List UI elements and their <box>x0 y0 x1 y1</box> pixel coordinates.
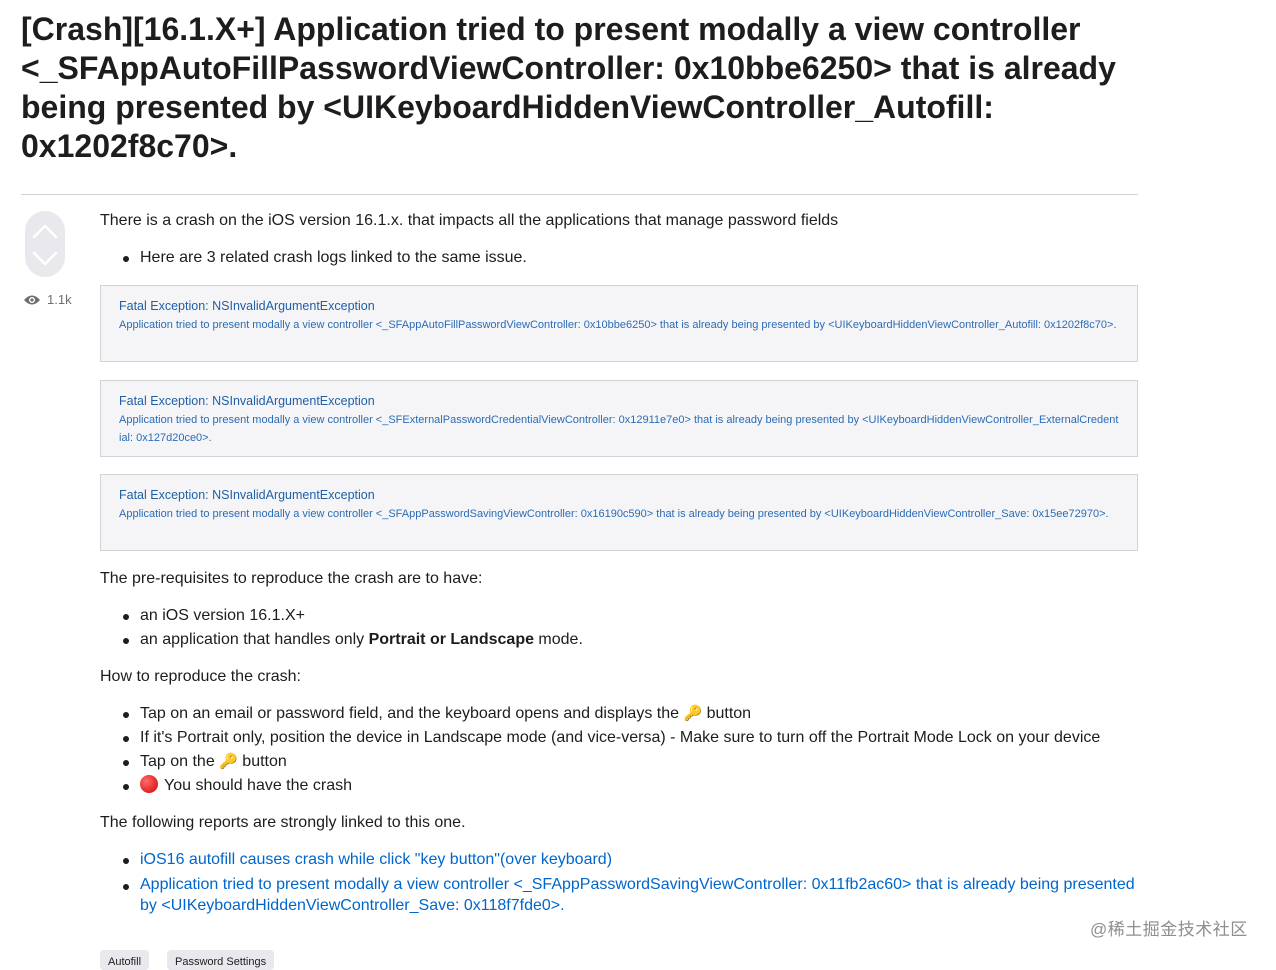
downvote-button[interactable] <box>25 241 65 277</box>
chevron-up-icon <box>32 224 58 239</box>
title-divider <box>21 194 1138 195</box>
crash-log-title: Fatal Exception: NSInvalidArgumentExcept… <box>119 488 375 502</box>
list-item: You should have the crash <box>123 774 1140 798</box>
page-title: [Crash][16.1.X+] Application tried to pr… <box>21 11 1116 164</box>
post-body: There is a crash on the iOS version 16.1… <box>100 208 1140 270</box>
tag-autofill[interactable]: Autofill <box>100 950 150 970</box>
prereq-heading: The pre-requisites to reproduce the cras… <box>100 570 483 587</box>
crash-log-1: Fatal Exception: NSInvalidArgumentExcept… <box>100 285 1138 362</box>
watermark: @稀土掘金技术社区 <box>1090 920 1248 939</box>
crash-log-title: Fatal Exception: NSInvalidArgumentExcept… <box>119 299 375 313</box>
related-link[interactable]: Application tried to present modally a v… <box>123 874 1140 916</box>
related-link-text[interactable]: Application tried to present modally a v… <box>140 876 1135 914</box>
post-body-continued: The pre-requisites to reproduce the cras… <box>100 567 1140 916</box>
eye-icon <box>24 295 40 304</box>
view-count: 1.1k <box>23 292 72 307</box>
related-link-text[interactable]: iOS16 autofill causes crash while click … <box>140 851 612 868</box>
howto-heading: How to reproduce the crash: <box>100 668 301 685</box>
tag-password-settings[interactable]: Password Settings <box>167 950 275 970</box>
list-item: Tap on an email or password field, and t… <box>123 702 1140 726</box>
list-item: Tap on the 🔑 button <box>123 750 1140 774</box>
chevron-down-icon <box>32 251 58 266</box>
red-circle-icon <box>140 775 158 793</box>
view-count-value: 1.1k <box>47 292 72 307</box>
intro-text: There is a crash on the iOS version 16.1… <box>100 212 839 229</box>
list-item: an application that handles only Portrai… <box>123 628 1140 652</box>
related-heading: The following reports are strongly linke… <box>100 814 466 831</box>
crash-log-body: Application tried to present modally a v… <box>119 414 1119 444</box>
list-item: Here are 3 related crash logs linked to … <box>123 246 1140 270</box>
related-link[interactable]: iOS16 autofill causes crash while click … <box>123 848 1140 872</box>
list-item: an iOS version 16.1.X+ <box>123 604 1140 628</box>
list-item: If it's Portrait only, position the devi… <box>123 726 1140 750</box>
key-icon: 🔑 <box>683 705 703 722</box>
crash-log-body: Application tried to present modally a v… <box>119 319 1117 331</box>
key-icon: 🔑 <box>219 753 238 770</box>
crash-log-title: Fatal Exception: NSInvalidArgumentExcept… <box>119 394 375 408</box>
crash-log-body: Application tried to present modally a v… <box>119 508 1109 520</box>
crash-log-2: Fatal Exception: NSInvalidArgumentExcept… <box>100 380 1138 457</box>
crash-log-3: Fatal Exception: NSInvalidArgumentExcept… <box>100 474 1138 551</box>
